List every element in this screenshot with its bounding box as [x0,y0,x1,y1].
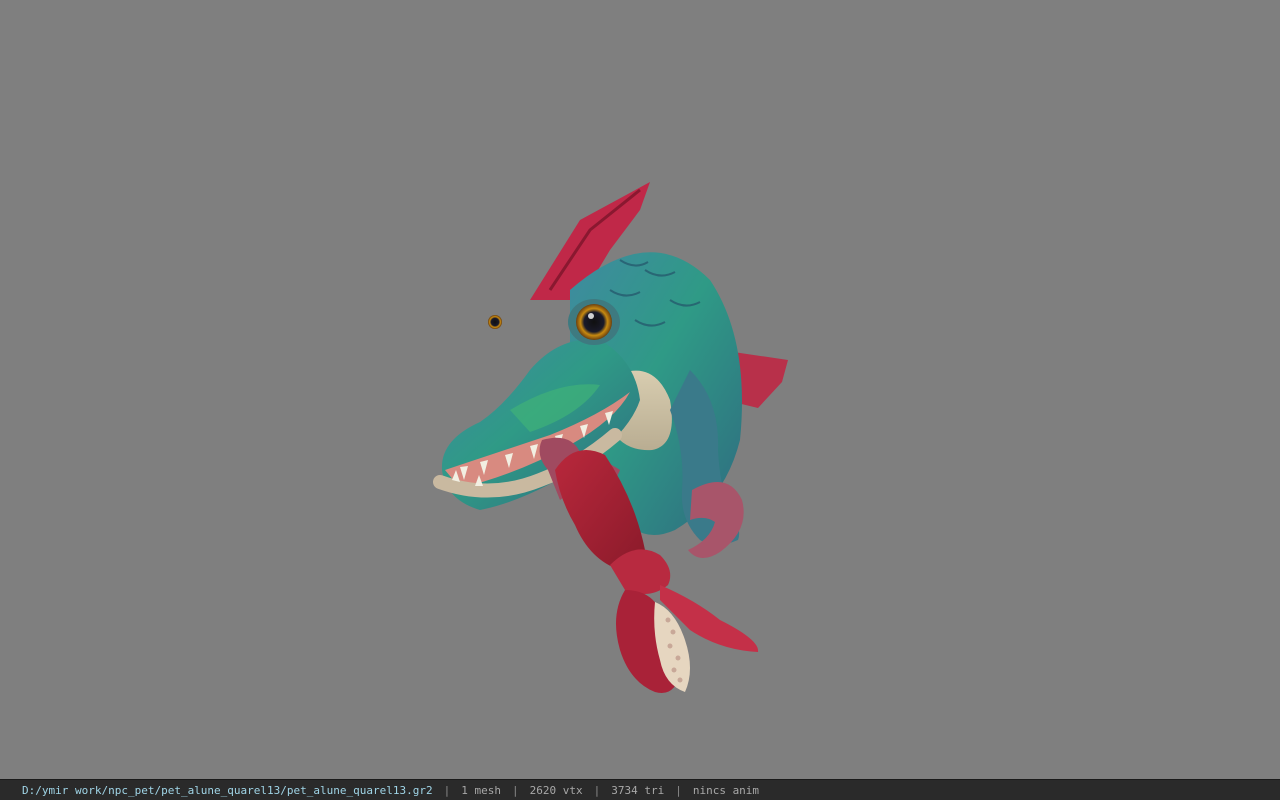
mesh-count: 1 mesh [461,783,501,797]
fish-creature-model[interactable] [420,170,820,710]
file-path: D:/ymir work/npc_pet/pet_alune_quarel13/… [22,783,433,797]
status-separator: | [443,783,451,797]
status-separator: | [511,783,519,797]
animation-status: nincs anim [692,783,760,797]
status-separator: | [593,783,601,797]
left-eye-icon [488,315,502,329]
right-eye-icon [576,304,612,340]
vertex-count: 2620 vtx [529,783,583,797]
triangle-count: 3734 tri [611,783,665,797]
3d-viewport[interactable] [0,0,1280,779]
status-separator: | [675,783,682,797]
status-bar: D:/ymir work/npc_pet/pet_alune_quarel13/… [0,779,1280,800]
